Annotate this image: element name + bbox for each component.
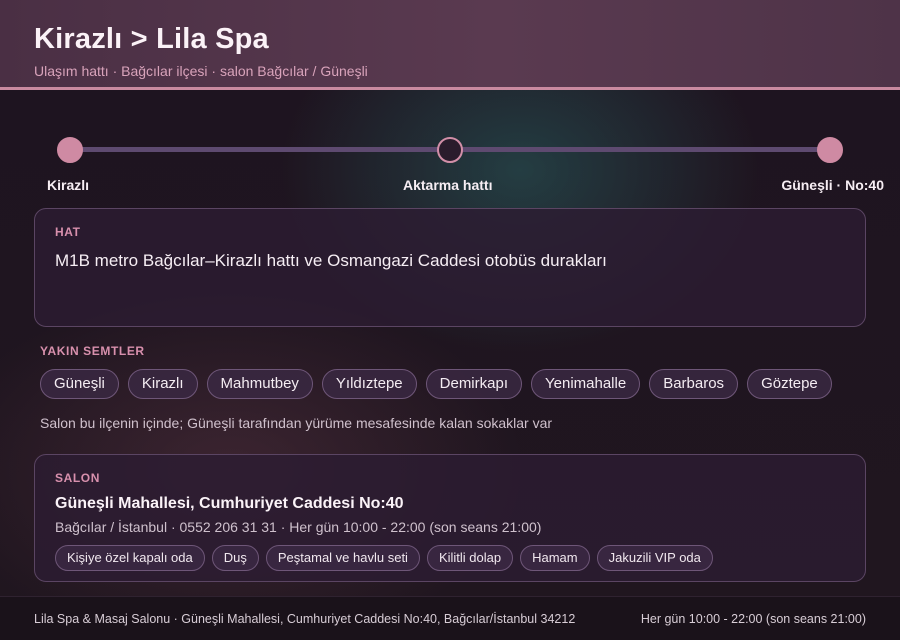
line-info-card: HAT M1B metro Bağcılar–Kirazlı hattı ve … xyxy=(34,208,866,327)
feature-chip: Kilitli dolap xyxy=(426,545,514,571)
salon-tag: SALON xyxy=(55,471,100,485)
footer-hours: Her gün 10:00 - 22:00 (son seans 21:00) xyxy=(640,611,866,626)
salon-meta: Bağcılar / İstanbul · 0552 206 31 31 · H… xyxy=(55,519,542,535)
salon-address: Güneşli Mahallesi, Cumhuriyet Caddesi No… xyxy=(55,495,404,512)
nearby-districts-tag: YAKIN SEMTLER xyxy=(40,344,145,358)
line-info-text: M1B metro Bağcılar–Kirazlı hattı ve Osma… xyxy=(55,251,607,270)
salon-features: Kişiye özel kapalı oda Duş Peştamal ve h… xyxy=(55,545,845,571)
route-stop-end-label: Güneşli · No:40 xyxy=(781,177,884,193)
district-pill[interactable]: Barbaros xyxy=(649,369,739,399)
route-stop-start-label: Kirazlı xyxy=(47,177,90,193)
feature-chip: Jakuzili VIP oda xyxy=(596,545,713,571)
district-pill[interactable]: Göztepe xyxy=(747,369,832,399)
page-footer: Lila Spa & Masaj Salonu · Güneşli Mahall… xyxy=(0,596,900,640)
nearby-note: Salon bu ilçenin içinde; Güneşli tarafın… xyxy=(40,415,553,431)
district-pill[interactable]: Kirazlı xyxy=(127,369,198,399)
feature-chip: Duş xyxy=(211,545,259,571)
district-pill[interactable]: Yenimahalle xyxy=(531,369,641,399)
page-subtitle: Ulaşım hattı · Bağcılar ilçesi · salon B… xyxy=(34,63,368,79)
page-title: Kirazlı > Lila Spa xyxy=(34,23,269,55)
district-pill[interactable]: Demirkapı xyxy=(425,369,522,399)
district-pill[interactable]: Mahmutbey xyxy=(206,369,313,399)
footer-address: Lila Spa & Masaj Salonu · Güneşli Mahall… xyxy=(34,611,576,626)
nearby-districts-list: Güneşli Kirazlı Mahmutbey Yıldıztepe Dem… xyxy=(40,369,832,399)
district-pill[interactable]: Güneşli xyxy=(40,369,119,399)
line-info-tag: HAT xyxy=(55,225,81,239)
route-stop-end-marker xyxy=(817,137,843,163)
route-stop-transfer-label: Aktarma hattı xyxy=(403,177,493,193)
district-pill[interactable]: Yıldıztepe xyxy=(321,369,417,399)
salon-card: SALON Güneşli Mahallesi, Cumhuriyet Cadd… xyxy=(34,454,866,582)
feature-chip: Kişiye özel kapalı oda xyxy=(55,545,205,571)
route-stop-start-marker xyxy=(57,137,83,163)
feature-chip: Hamam xyxy=(520,545,590,571)
page-header: Kirazlı > Lila Spa Ulaşım hattı · Bağcıl… xyxy=(0,0,900,90)
feature-chip: Peştamal ve havlu seti xyxy=(265,545,420,571)
route-progress: Kirazlı Aktarma hattı Güneşli · No:40 xyxy=(34,130,884,194)
route-stop-transfer-marker xyxy=(437,137,463,163)
